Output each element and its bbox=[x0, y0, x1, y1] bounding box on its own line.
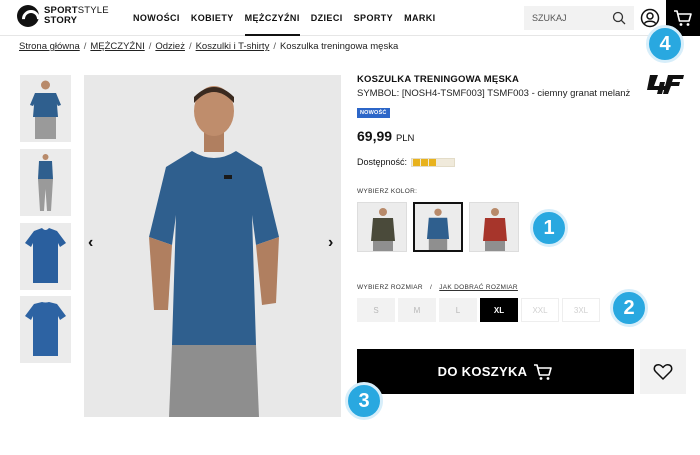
site-logo[interactable]: SPORTSTYLE STORY bbox=[17, 5, 109, 27]
main-nav: NOWOŚCI KOBIETY MĘŻCZYŹNI DZIECI SPORTY … bbox=[133, 0, 447, 36]
thumbnail-flat-back[interactable] bbox=[20, 296, 71, 363]
availability: Dostępność: bbox=[357, 157, 456, 167]
size-guide-link[interactable]: JAK DOBRAĆ ROZMIAR bbox=[439, 284, 518, 291]
cart-icon bbox=[534, 363, 553, 380]
main-product-image[interactable] bbox=[84, 75, 341, 417]
nav-item-kobiety[interactable]: KOBIETY bbox=[191, 0, 234, 36]
thumbnail-flat-front[interactable] bbox=[20, 223, 71, 290]
logo-text-style: STYLE bbox=[77, 5, 109, 16]
availability-meter bbox=[411, 157, 456, 167]
add-to-cart-button[interactable]: DO KOSZYKA bbox=[357, 349, 634, 394]
search-input[interactable] bbox=[532, 13, 610, 23]
product-symbol: SYMBOL: [NOSH4-TSMF003] TSMF003 - ciemny… bbox=[357, 88, 631, 99]
product-thumbnail-image bbox=[38, 154, 53, 211]
color-swatch-khaki[interactable] bbox=[357, 202, 407, 252]
logo-mark-icon bbox=[17, 5, 39, 27]
add-to-cart-label: DO KOSZYKA bbox=[437, 364, 528, 379]
breadcrumb-current: Koszulka treningowa męska bbox=[279, 41, 399, 52]
availability-cell bbox=[421, 158, 429, 166]
color-swatch-navy[interactable] bbox=[413, 202, 463, 252]
breadcrumb-clothing[interactable]: Odzież bbox=[155, 41, 185, 52]
callout-marker-2: 2 bbox=[610, 289, 648, 327]
color-swatch-red[interactable] bbox=[469, 202, 519, 252]
breadcrumb-tshirts[interactable]: Koszulki i T-shirty bbox=[196, 41, 270, 52]
thumbnail-front[interactable] bbox=[20, 75, 71, 142]
swatch-image bbox=[483, 208, 507, 251]
size-label: WYBIERZ ROZMIAR bbox=[357, 284, 423, 291]
availability-cell bbox=[413, 158, 421, 166]
site-header: SPORTSTYLE STORY NOWOŚCI KOBIETY MĘŻCZYŹ… bbox=[0, 0, 700, 36]
callout-marker-3: 3 bbox=[345, 382, 383, 420]
swatch-image bbox=[371, 208, 395, 251]
cart-icon bbox=[674, 10, 692, 26]
availability-cell bbox=[437, 159, 444, 166]
nav-item-nowosci[interactable]: NOWOŚCI bbox=[133, 0, 180, 36]
breadcrumb-home[interactable]: Strona główna bbox=[19, 41, 80, 52]
wishlist-button[interactable] bbox=[640, 349, 686, 394]
size-option-m[interactable]: M bbox=[398, 298, 436, 322]
availability-cell bbox=[429, 158, 437, 166]
heart-icon bbox=[653, 363, 673, 380]
thumbnail-full[interactable] bbox=[20, 149, 71, 216]
nav-item-dzieci[interactable]: DZIECI bbox=[311, 0, 343, 36]
new-badge: NOWOŚĆ bbox=[357, 108, 390, 118]
availability-cell bbox=[445, 159, 452, 166]
size-option-s[interactable]: S bbox=[357, 298, 395, 322]
search-box bbox=[524, 6, 634, 30]
breadcrumb: Strona główna / MĘŻCZYŹNI / Odzież / Koszulki … bbox=[19, 41, 399, 52]
user-icon[interactable] bbox=[640, 8, 660, 28]
size-option-xxl[interactable]: XXL bbox=[521, 298, 559, 322]
callout-marker-1: 1 bbox=[530, 209, 568, 247]
product-title: KOSZULKA TRENINGOWA MĘSKA bbox=[357, 74, 520, 85]
color-label: WYBIERZ KOLOR: bbox=[357, 188, 418, 195]
prev-image-arrow-icon[interactable]: ‹ bbox=[88, 234, 93, 252]
nav-item-mezczyzni[interactable]: MĘŻCZYŹNI bbox=[244, 0, 300, 36]
size-label-row: WYBIERZ ROZMIAR / JAK DOBRAĆ ROZMIAR bbox=[357, 284, 518, 291]
product-price: 69,99 PLN bbox=[357, 128, 414, 144]
availability-label: Dostępność: bbox=[357, 157, 408, 167]
swatch-image bbox=[426, 208, 450, 250]
brand-4f-logo[interactable] bbox=[644, 73, 686, 95]
size-option-3xl[interactable]: 3XL bbox=[562, 298, 600, 322]
product-thumbnail-image bbox=[25, 302, 66, 356]
callout-marker-4: 4 bbox=[646, 25, 684, 63]
breadcrumb-men[interactable]: MĘŻCZYŹNI bbox=[90, 41, 144, 52]
size-option-l[interactable]: L bbox=[439, 298, 477, 322]
next-image-arrow-icon[interactable]: › bbox=[328, 234, 333, 252]
price-currency: PLN bbox=[395, 133, 415, 144]
nav-item-sporty[interactable]: SPORTY bbox=[354, 0, 393, 36]
search-icon[interactable] bbox=[612, 11, 626, 25]
model-photo bbox=[149, 86, 279, 417]
product-thumbnail-image bbox=[30, 80, 61, 139]
price-value: 69,99 bbox=[357, 128, 393, 144]
size-option-xl[interactable]: XL bbox=[480, 298, 518, 322]
logo-text-story: STORY bbox=[44, 15, 78, 26]
product-thumbnail-image bbox=[25, 228, 66, 283]
nav-item-marki[interactable]: MARKI bbox=[404, 0, 436, 36]
